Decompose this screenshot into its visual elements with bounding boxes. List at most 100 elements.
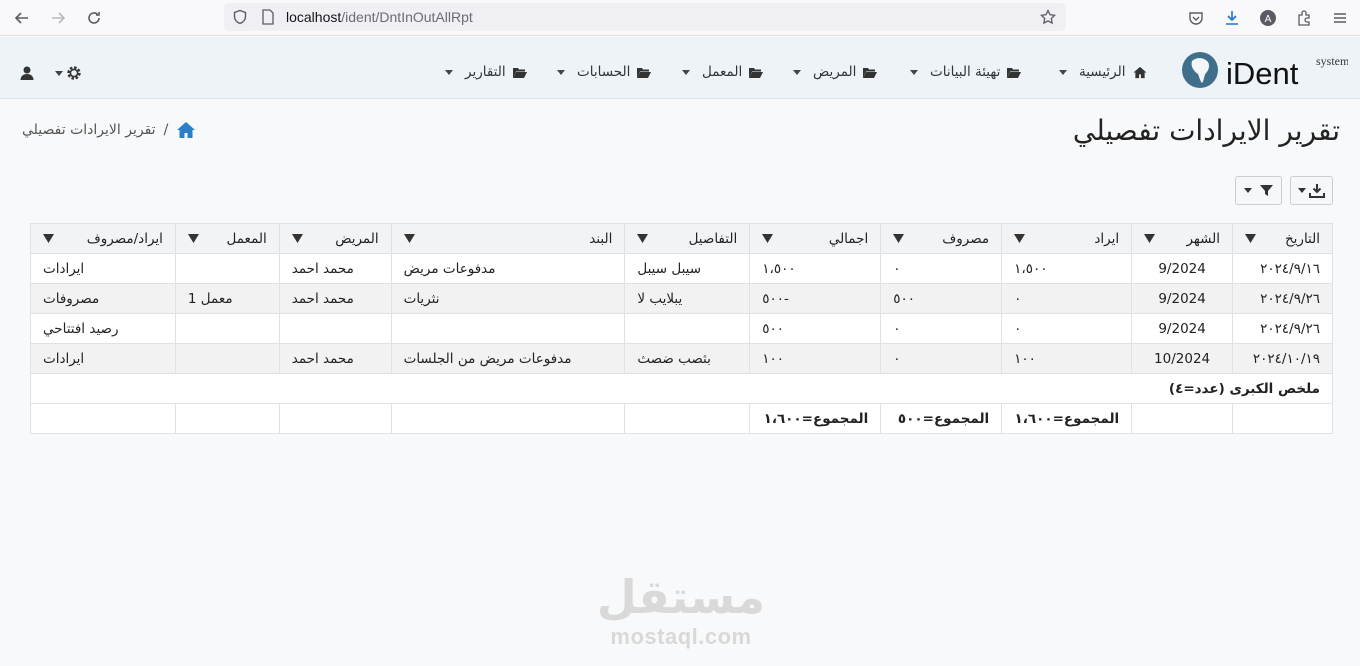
svg-text:A: A [1265, 14, 1272, 25]
extensions-icon[interactable] [1291, 5, 1317, 31]
back-icon[interactable] [9, 5, 35, 31]
app-navbar: iDent system الرئيسية تهيئة البيانات الم… [0, 37, 1360, 99]
download-icon[interactable] [1219, 5, 1245, 31]
breadcrumb-current: تقرير الايرادات تفصيلي [22, 122, 156, 138]
total-cell-empty [30, 403, 176, 434]
cell-item [390, 313, 626, 344]
cell-lab [174, 253, 280, 284]
filter-icon[interactable] [187, 234, 199, 243]
export-dropdown-button[interactable] [1290, 176, 1333, 205]
home-icon[interactable] [176, 121, 196, 139]
cell-date: ٢٠٢٤/٩/٢٦ [1232, 313, 1333, 344]
cell-month: 9/2024 [1131, 313, 1234, 344]
url-text: localhost/ident/DntInOutAllRpt [286, 9, 473, 25]
chevron-down-icon [793, 69, 801, 75]
cell-lab: معمل 1 [174, 283, 280, 314]
gear-icon [67, 66, 81, 80]
user-icon[interactable] [19, 65, 35, 85]
nav-accounts[interactable]: الحسابات [557, 62, 652, 82]
summary-label: ملخص الكبرى (عدد=٤) [30, 373, 1333, 404]
cell-income: ١٠٠ [1001, 343, 1133, 374]
nav-patient[interactable]: المريض [793, 62, 878, 82]
ident-logo[interactable]: iDent system [1178, 45, 1350, 93]
total-cell-empty [1232, 403, 1333, 434]
filter-icon[interactable] [291, 234, 303, 243]
cell-income: ١،٥٠٠ [1001, 253, 1133, 284]
filter-icon[interactable] [1245, 234, 1257, 243]
nav-reports[interactable]: التقارير [445, 62, 528, 82]
folder-open-icon [1007, 67, 1022, 78]
filter-dropdown-button[interactable] [1235, 176, 1282, 205]
chevron-down-icon [910, 69, 918, 75]
filter-icon[interactable] [43, 234, 54, 243]
cell-date: ٢٠٢٤/٩/٢٦ [1232, 283, 1333, 314]
cell-type: ايرادات [30, 343, 176, 374]
col-item[interactable]: البند [390, 223, 626, 254]
col-details[interactable]: التفاصيل [624, 223, 751, 254]
filter-icon[interactable] [637, 234, 649, 243]
breadcrumb: تقرير الايرادات تفصيلي / [22, 121, 196, 139]
total-expense: المجموع=٥٠٠ [880, 403, 1003, 434]
col-type[interactable]: ايراد/مصروف [30, 223, 176, 254]
col-patient[interactable]: المريض [278, 223, 392, 254]
page-title: تقرير الايرادات تفصيلي [1072, 114, 1340, 147]
filter-icon[interactable] [1144, 234, 1156, 243]
cell-patient: محمد احمد [278, 343, 392, 374]
col-expense[interactable]: مصروف [880, 223, 1003, 254]
table-row[interactable]: ٢٠٢٤/٩/٢٦ 9/2024 ٠ ٥٠٠ -٥٠٠ يبلايب لا نث… [30, 283, 1333, 314]
report-table: التاريخ الشهر ايراد مصروف اجمالي التفاصي… [30, 223, 1333, 434]
cell-details: يبلايب لا [624, 283, 751, 314]
cell-details [624, 313, 751, 344]
pocket-icon[interactable] [1183, 5, 1209, 31]
summary-row: ملخص الكبرى (عدد=٤) [30, 373, 1333, 404]
folder-open-icon [637, 67, 652, 78]
cell-month: 10/2024 [1131, 343, 1234, 374]
reload-icon[interactable] [81, 5, 107, 31]
nav-lab[interactable]: المعمل [682, 62, 764, 82]
table-row[interactable]: ٢٠٢٤/٩/٢٦ 9/2024 ٠ ٠ ٥٠٠ رصيد افتتاحي [30, 313, 1333, 344]
cell-item: مدفوعات مريض من الجلسات [390, 343, 626, 374]
table-header-row: التاريخ الشهر ايراد مصروف اجمالي التفاصي… [30, 223, 1333, 254]
breadcrumb-separator: / [163, 122, 169, 138]
watermark-arabic: مستقل [596, 570, 766, 624]
filter-icon[interactable] [762, 234, 774, 243]
account-icon[interactable]: A [1255, 5, 1281, 31]
address-bar[interactable]: localhost/ident/DntInOutAllRpt [224, 3, 1066, 31]
cell-patient: محمد احمد [278, 253, 392, 284]
page-icon [262, 9, 274, 25]
col-date[interactable]: التاريخ [1232, 223, 1333, 254]
cell-item: مدفوعات مريض [390, 253, 626, 284]
cell-expense: ٠ [880, 313, 1003, 344]
table-row[interactable]: ٢٠٢٤/٩/١٦ 9/2024 ١،٥٠٠ ٠ ١،٥٠٠ سيبل سيبل… [30, 253, 1333, 284]
table-row[interactable]: ٢٠٢٤/١٠/١٩ 10/2024 ١٠٠ ٠ ١٠٠ بثصب ضصث مد… [30, 343, 1333, 374]
cell-expense: ٠ [880, 253, 1003, 284]
nav-lab-label: المعمل [702, 64, 743, 80]
filter-icon[interactable] [403, 234, 415, 243]
col-lab[interactable]: المعمل [174, 223, 280, 254]
nav-home-label: الرئيسية [1079, 64, 1126, 80]
cell-expense: ٠ [880, 343, 1003, 374]
col-income[interactable]: ايراد [1001, 223, 1133, 254]
filter-icon[interactable] [1014, 234, 1026, 243]
cell-details: بثصب ضصث [624, 343, 751, 374]
cell-total: -٥٠٠ [749, 283, 882, 314]
nav-home[interactable]: الرئيسية [1059, 62, 1148, 82]
settings-dropdown[interactable] [55, 64, 83, 82]
star-icon[interactable] [1040, 9, 1056, 25]
cell-income: ٠ [1001, 283, 1133, 314]
total-overall: المجموع=١،٦٠٠ [749, 403, 882, 434]
cell-income: ٠ [1001, 313, 1133, 344]
chevron-down-icon [55, 70, 63, 76]
folder-open-icon [749, 67, 764, 78]
cell-details: سيبل سيبل [624, 253, 751, 284]
menu-icon[interactable] [1327, 5, 1353, 31]
shield-icon[interactable] [232, 9, 248, 25]
col-month[interactable]: الشهر [1131, 223, 1234, 254]
filter-icon[interactable] [893, 234, 905, 243]
svg-text:iDent: iDent [1226, 56, 1299, 91]
nav-data-setup[interactable]: تهيئة البيانات [910, 62, 1022, 82]
col-total[interactable]: اجمالي [749, 223, 882, 254]
cell-lab [174, 313, 280, 344]
forward-icon[interactable] [45, 5, 71, 31]
cell-total: ١٠٠ [749, 343, 882, 374]
